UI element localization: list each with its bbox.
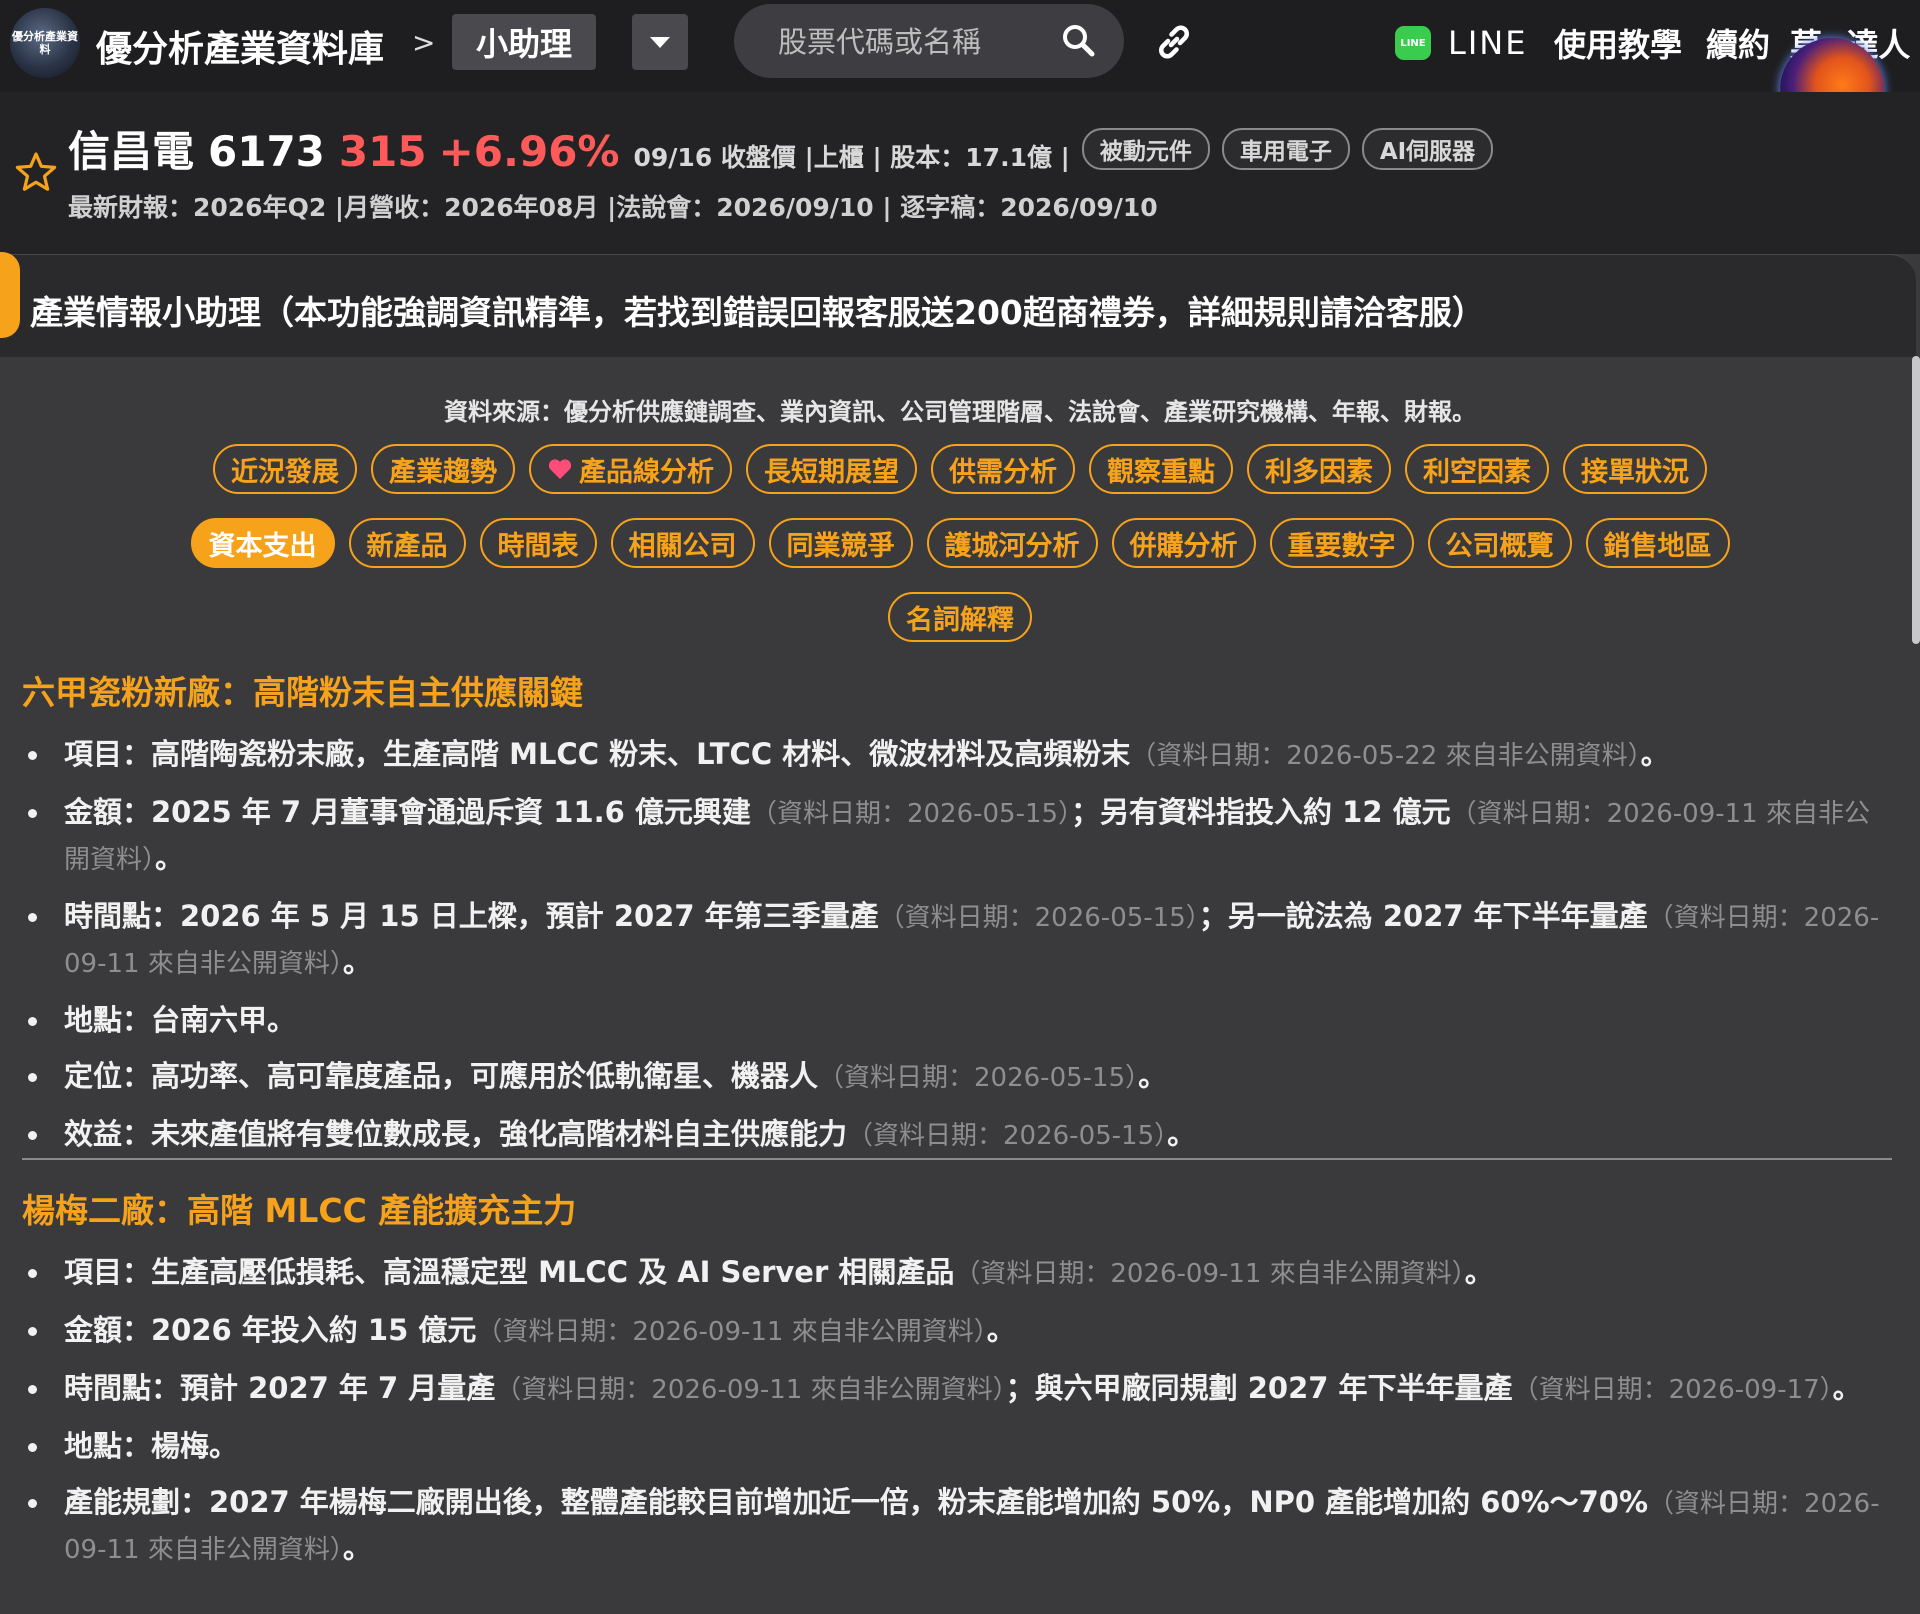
heart-icon — [548, 459, 572, 479]
current-page-button[interactable]: 小助理 — [452, 14, 596, 70]
chip-key-numbers[interactable]: 重要數字 — [1269, 518, 1414, 568]
list-item: 時間點：2026 年 5 月 15 日上樑，預計 2027 年第三季量產（資料日… — [22, 894, 1882, 986]
chip-recent-development[interactable]: 近況發展 — [213, 444, 357, 494]
industry-tag[interactable]: AI伺服器 — [1361, 127, 1494, 170]
stock-code: 6173 — [208, 127, 325, 176]
section-title: 六甲瓷粉新廠：高階粉末自主供應關鍵 — [22, 673, 583, 712]
industry-tag[interactable]: 車用電子 — [1221, 127, 1350, 170]
stock-report-dates: 最新財報：2026年Q2 |月營收：2026年08月 |法說會：2026/09/… — [68, 193, 1158, 222]
stock-search-box — [734, 4, 1124, 78]
stock-meta: 09/16 收盤價 |上櫃 | 股本：17.1億 | — [633, 143, 1070, 172]
chip-company-overview[interactable]: 公司概覽 — [1427, 518, 1572, 568]
chip-sales-regions[interactable]: 銷售地區 — [1585, 518, 1730, 568]
chip-moat-analysis[interactable]: 護城河分析 — [926, 518, 1098, 568]
chip-related-companies[interactable]: 相關公司 — [610, 518, 755, 568]
topic-chip-row: 資本支出 新產品 時間表 相關公司 同業競爭 護城河分析 併購分析 重要數字 公… — [0, 518, 1920, 568]
list-item: 效益：未來產值將有雙位數成長，強化高階材料自主供應能力（資料日期：2026-05… — [22, 1112, 1882, 1158]
stock-summary-line: 信昌電 6173 315 +6.96% 09/16 收盤價 |上櫃 | 股本：1… — [68, 118, 1494, 179]
chip-mna-analysis[interactable]: 併購分析 — [1111, 518, 1256, 568]
list-item: 地點：楊梅。 — [22, 1424, 1882, 1468]
list-item: 地點：台南六甲。 — [22, 998, 1882, 1042]
list-item: 時間點：預計 2027 年 7 月量產（資料日期：2026-09-11 來自非公… — [22, 1366, 1882, 1412]
stock-name: 信昌電 — [68, 127, 195, 176]
section-divider — [22, 1158, 1892, 1160]
list-item: 定位：高功率、高可靠度產品，可應用於低軌衛星、機器人（資料日期：2026-05-… — [22, 1054, 1882, 1100]
site-title[interactable]: 優分析產業資料庫 — [96, 20, 384, 72]
list-item: 金額：2026 年投入約 15 億元（資料日期：2026-09-11 來自非公開… — [22, 1308, 1882, 1354]
list-item: 產能規劃：2027 年楊梅二廠開出後，整體產能較目前增加近一倍，粉末產能增加約 … — [22, 1480, 1882, 1572]
caret-down-icon — [650, 36, 670, 48]
chip-outlook[interactable]: 長短期展望 — [746, 444, 917, 494]
page-dropdown-button[interactable] — [632, 14, 688, 70]
chip-product-line-analysis[interactable]: 產品線分析 — [529, 444, 732, 494]
chip-watch-points[interactable]: 觀察重點 — [1089, 444, 1233, 494]
chip-supply-demand[interactable]: 供需分析 — [931, 444, 1075, 494]
stock-change: +6.96% — [438, 127, 620, 176]
menu-tutorial[interactable]: 使用教學 — [1554, 20, 1682, 66]
link-icon[interactable] — [1154, 22, 1194, 62]
industry-tag[interactable]: 被動元件 — [1081, 127, 1210, 170]
chip-new-products[interactable]: 新產品 — [348, 518, 466, 568]
stock-search-input[interactable] — [776, 16, 1070, 68]
favorite-star-icon[interactable] — [14, 150, 58, 194]
list-item: 金額：2025 年 7 月董事會通過斥資 11.6 億元興建（資料日期：2026… — [22, 790, 1882, 882]
topic-chip-row: 名詞解釋 — [0, 592, 1920, 642]
bullet-list: 項目：高階陶瓷粉末廠，生產高階 MLCC 粉末、LTCC 材料、微波材料及高頻粉… — [22, 732, 1882, 1170]
panel-side-tab[interactable] — [0, 252, 20, 338]
list-item: 項目：高階陶瓷粉末廠，生產高階 MLCC 粉末、LTCC 材料、微波材料及高頻粉… — [22, 732, 1882, 778]
bullet-list: 項目：生產高壓低損耗、高溫穩定型 MLCC 及 AI Server 相關產品（資… — [22, 1250, 1882, 1584]
section-title: 楊梅二廠：高階 MLCC 產能擴充主力 — [22, 1191, 577, 1230]
breadcrumb-separator: > — [412, 26, 436, 59]
top-nav-bar: 優分析產業資料 優分析產業資料庫 > 小助理 LINE LINE 使用教學 續約… — [0, 0, 1920, 94]
assistant-heading: 產業情報小助理（本功能強調資訊精準，若找到錯誤回報客服送200超商禮券，詳細規則… — [30, 293, 1485, 332]
topic-chip-row: 近況發展 產業趨勢 產品線分析 長短期展望 供需分析 觀察重點 利多因素 利空因… — [0, 444, 1920, 494]
chip-timeline[interactable]: 時間表 — [479, 518, 597, 568]
stock-price: 315 — [338, 127, 427, 176]
chip-bullish-factors[interactable]: 利多因素 — [1247, 444, 1391, 494]
search-icon[interactable] — [1060, 22, 1096, 58]
chip-competition[interactable]: 同業競爭 — [768, 518, 913, 568]
chip-glossary[interactable]: 名詞解釋 — [888, 592, 1032, 642]
menu-renew[interactable]: 續約 — [1706, 20, 1770, 66]
site-logo[interactable]: 優分析產業資料 — [10, 8, 80, 78]
chip-industry-trend[interactable]: 產業趨勢 — [371, 444, 515, 494]
chip-capex[interactable]: 資本支出 — [190, 518, 335, 568]
chip-bearish-factors[interactable]: 利空因素 — [1405, 444, 1549, 494]
list-item: 項目：生產高壓低損耗、高溫穩定型 MLCC 及 AI Server 相關產品（資… — [22, 1250, 1882, 1296]
data-source-note: 資料來源：優分析供應鏈調查、業內資訊、公司管理階層、法說會、產業研究機構、年報、… — [444, 398, 1476, 426]
line-app-icon[interactable]: LINE — [1395, 26, 1431, 60]
chip-label: 產品線分析 — [579, 456, 714, 488]
chip-order-status[interactable]: 接單狀況 — [1563, 444, 1707, 494]
line-link[interactable]: LINE — [1448, 24, 1527, 62]
